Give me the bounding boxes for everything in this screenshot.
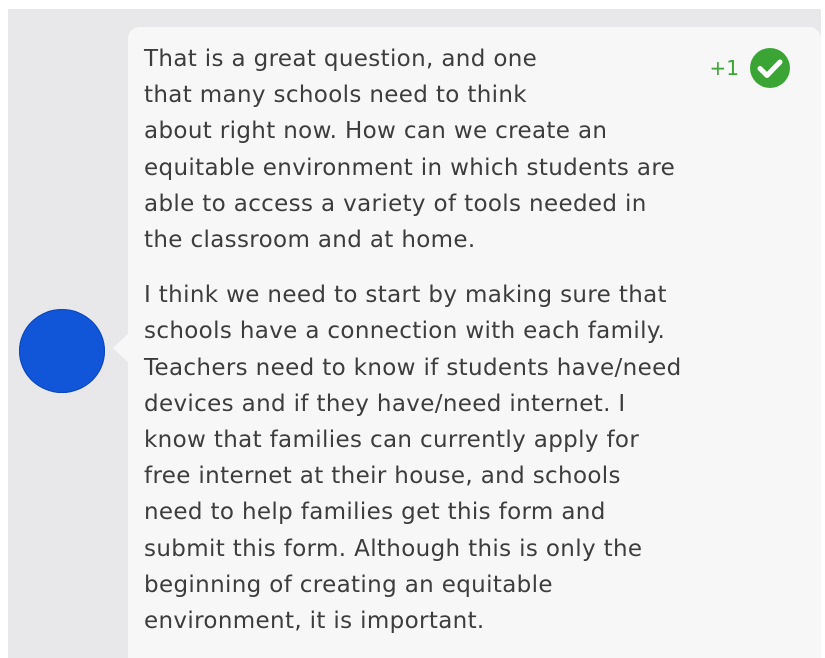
- avatar[interactable]: [19, 309, 105, 393]
- check-circle-icon[interactable]: [749, 47, 791, 89]
- post-paragraph: I think we need to start by making sure …: [144, 282, 682, 635]
- post-paragraph: That is a great question, and one that m…: [144, 46, 676, 254]
- upvote-area[interactable]: +1: [710, 47, 791, 89]
- post-bubble: +1 That is a great question, and one tha…: [113, 27, 821, 658]
- vote-count: +1: [709, 56, 739, 80]
